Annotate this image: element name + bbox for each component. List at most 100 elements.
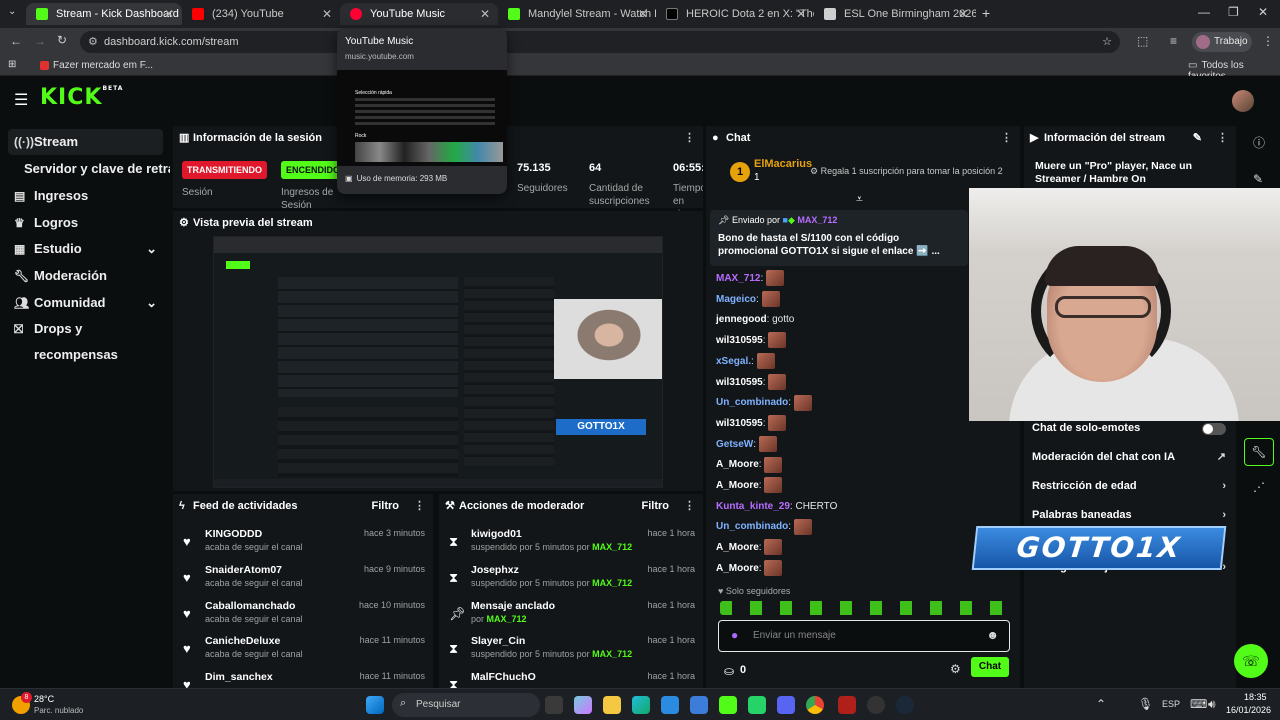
store-icon[interactable] xyxy=(661,696,679,714)
activity-user[interactable]: CanicheDeluxe xyxy=(205,635,280,647)
sidebar-item-server-key[interactable]: Servidor y clave de retransmisión xyxy=(8,156,170,182)
activity-user[interactable]: Dim_sanchex xyxy=(205,671,273,683)
mod-user[interactable]: MAX_712 xyxy=(592,649,632,659)
edge-icon[interactable] xyxy=(632,696,650,714)
minimize-icon[interactable]: — xyxy=(1198,5,1210,19)
banned-words-row[interactable]: Palabras baneadas › xyxy=(1024,503,1234,527)
kick-logo[interactable]: KICKBETA xyxy=(40,85,123,110)
tab-mandylel[interactable]: Mandylel Stream - Watch Live o ✕ xyxy=(498,3,656,25)
copilot-icon[interactable] xyxy=(574,696,592,714)
tab-kick-dashboard[interactable]: Stream - Kick Dashboard ✕ xyxy=(26,3,182,25)
sidebar-item-drops[interactable]: ⛝ Drops y recompensas xyxy=(8,316,163,362)
obs-kick-icon[interactable] xyxy=(719,696,737,714)
emote-only-toggle[interactable] xyxy=(1202,423,1226,435)
profile-button[interactable]: Trabajo xyxy=(1192,32,1252,52)
outlook-icon[interactable] xyxy=(690,696,708,714)
back-icon[interactable]: ← xyxy=(10,34,22,48)
chat-username[interactable]: jennegood xyxy=(716,314,767,325)
mod-target[interactable]: kiwigod01 xyxy=(471,528,522,540)
chat-input[interactable]: ● Enviar un mensaje ☻ xyxy=(718,620,1010,652)
activity-user[interactable]: Caballomanchado xyxy=(205,600,295,612)
sidebar-item-community[interactable]: 👥︎ Comunidad ⌄ xyxy=(8,290,163,316)
whatsapp-icon[interactable] xyxy=(748,696,766,714)
sidebar-item-stream[interactable]: ((·)) Stream xyxy=(8,129,163,155)
site-info-icon[interactable]: ⚙ xyxy=(88,31,98,53)
taskbar-search[interactable]: ⌕ Pesquisar xyxy=(392,693,540,717)
tray-chevron-icon[interactable]: ⌃ xyxy=(1096,697,1106,711)
chat-username[interactable]: Un_combinado xyxy=(716,397,788,408)
tab-esl[interactable]: ESL One Birmingham 2026: So ✕ xyxy=(814,3,976,25)
more-options-icon[interactable]: ⋮ xyxy=(1001,126,1012,150)
user-avatar[interactable] xyxy=(1232,90,1254,112)
bookmark-star-icon[interactable]: ☆ xyxy=(1102,31,1112,53)
close-icon[interactable]: ✕ xyxy=(958,3,968,25)
more-options-icon[interactable]: ⋮ xyxy=(684,494,695,518)
close-icon[interactable]: ✕ xyxy=(796,3,806,25)
clock-date[interactable]: 16/01/2026 xyxy=(1226,705,1271,715)
tab-youtube[interactable]: (234) YouTube ✕ xyxy=(182,3,340,25)
steam-icon[interactable] xyxy=(896,696,914,714)
chat-username[interactable]: Mageico xyxy=(716,294,756,305)
mod-user[interactable]: MAX_712 xyxy=(487,614,527,624)
chat-username[interactable]: A_Moore xyxy=(716,563,759,574)
hamburger-menu-icon[interactable]: ☰ xyxy=(14,90,28,110)
more-options-icon[interactable]: ⋮ xyxy=(1217,126,1228,150)
mod-target[interactable]: MalFChuchO xyxy=(471,671,536,683)
mod-tool-button[interactable]: 🔧︎ xyxy=(1244,438,1274,466)
filter-button[interactable]: Filtro xyxy=(642,494,670,518)
age-restriction-row[interactable]: Restricción de edad › xyxy=(1024,474,1234,498)
sidebar-item-moderation[interactable]: 🔧︎ Moderación xyxy=(8,263,163,289)
info-icon[interactable]: ⓘ xyxy=(1253,134,1265,151)
mod-target[interactable]: Mensaje anclado xyxy=(471,600,555,612)
chat-username[interactable]: Kunta_kinte_29 xyxy=(716,501,790,512)
send-chat-button[interactable]: Chat xyxy=(971,657,1009,677)
chat-username[interactable]: wil310595 xyxy=(716,335,763,346)
reload-icon[interactable]: ↻ xyxy=(57,33,67,47)
close-icon[interactable]: ✕ xyxy=(638,3,648,25)
chat-username[interactable]: xSegal. xyxy=(716,356,751,367)
file-explorer-icon[interactable] xyxy=(603,696,621,714)
bookmark-item[interactable]: Fazer mercado em F... xyxy=(40,60,153,71)
chat-username[interactable]: A_Moore xyxy=(716,459,759,470)
new-tab-icon[interactable]: + xyxy=(982,5,990,21)
network-icon[interactable]: ⌨ xyxy=(1190,697,1207,711)
more-options-icon[interactable]: ⋮ xyxy=(414,494,425,518)
app-icon[interactable] xyxy=(867,696,885,714)
chat-username[interactable]: Un_combinado xyxy=(716,521,788,532)
chat-username[interactable]: wil310595 xyxy=(716,377,763,388)
emoji-icon[interactable]: ☻ xyxy=(986,628,999,642)
tab-heroic[interactable]: HEROIC Dota 2 en X: "The youn ✕ xyxy=(656,3,814,25)
close-icon[interactable]: ✕ xyxy=(164,3,174,25)
chat-settings-icon[interactable]: ⚙ xyxy=(950,662,961,676)
chat-username[interactable]: wil310595 xyxy=(716,418,763,429)
volume-icon[interactable]: 🔊︎ xyxy=(1208,697,1216,712)
share-icon[interactable]: ⋰ xyxy=(1253,480,1265,494)
weather-widget[interactable]: 8 28°C Parc. nublado xyxy=(12,692,112,718)
chat-username[interactable]: GetseW xyxy=(716,439,753,450)
gift-sub-text[interactable]: ⚙ Regala 1 suscripción para tomar la pos… xyxy=(810,166,1003,177)
sidebar-item-income[interactable]: ▤ Ingresos xyxy=(8,183,163,209)
language-indicator[interactable]: ESP xyxy=(1162,699,1180,709)
sidebar-item-achievements[interactable]: ♛ Logros xyxy=(8,210,163,236)
tray-mic-icon[interactable]: 🎙︎ xyxy=(1138,697,1153,711)
filter-button[interactable]: Filtro xyxy=(372,494,400,518)
discord-icon[interactable] xyxy=(777,696,795,714)
tab-youtube-music[interactable]: YouTube Music ✕ xyxy=(340,3,498,25)
mod-target[interactable]: Josephxz xyxy=(471,564,519,576)
edit-icon[interactable]: ✎ xyxy=(1193,126,1202,150)
mod-target[interactable]: Slayer_Cin xyxy=(471,635,525,647)
more-options-icon[interactable]: ⋮ xyxy=(684,126,695,150)
activity-user[interactable]: KINGODDD xyxy=(205,528,262,540)
ai-moderation-row[interactable]: Moderación del chat con IA ↗ xyxy=(1024,445,1234,469)
task-view-icon[interactable] xyxy=(545,696,563,714)
restore-icon[interactable]: ❐ xyxy=(1228,5,1239,19)
mic-icon[interactable]: ● xyxy=(731,628,738,642)
chat-username[interactable]: MAX_712 xyxy=(716,273,760,284)
scroll-to-bottom-icon[interactable]: ⩡ xyxy=(856,192,863,207)
close-icon[interactable]: ✕ xyxy=(322,3,332,25)
points-icon[interactable]: ⛀ xyxy=(724,664,734,678)
forward-icon[interactable]: → xyxy=(34,34,46,48)
support-chat-button[interactable]: ☏ xyxy=(1234,644,1268,678)
browser-menu-icon[interactable]: ⋮ xyxy=(1262,34,1274,48)
mod-user[interactable]: MAX_712 xyxy=(592,542,632,552)
